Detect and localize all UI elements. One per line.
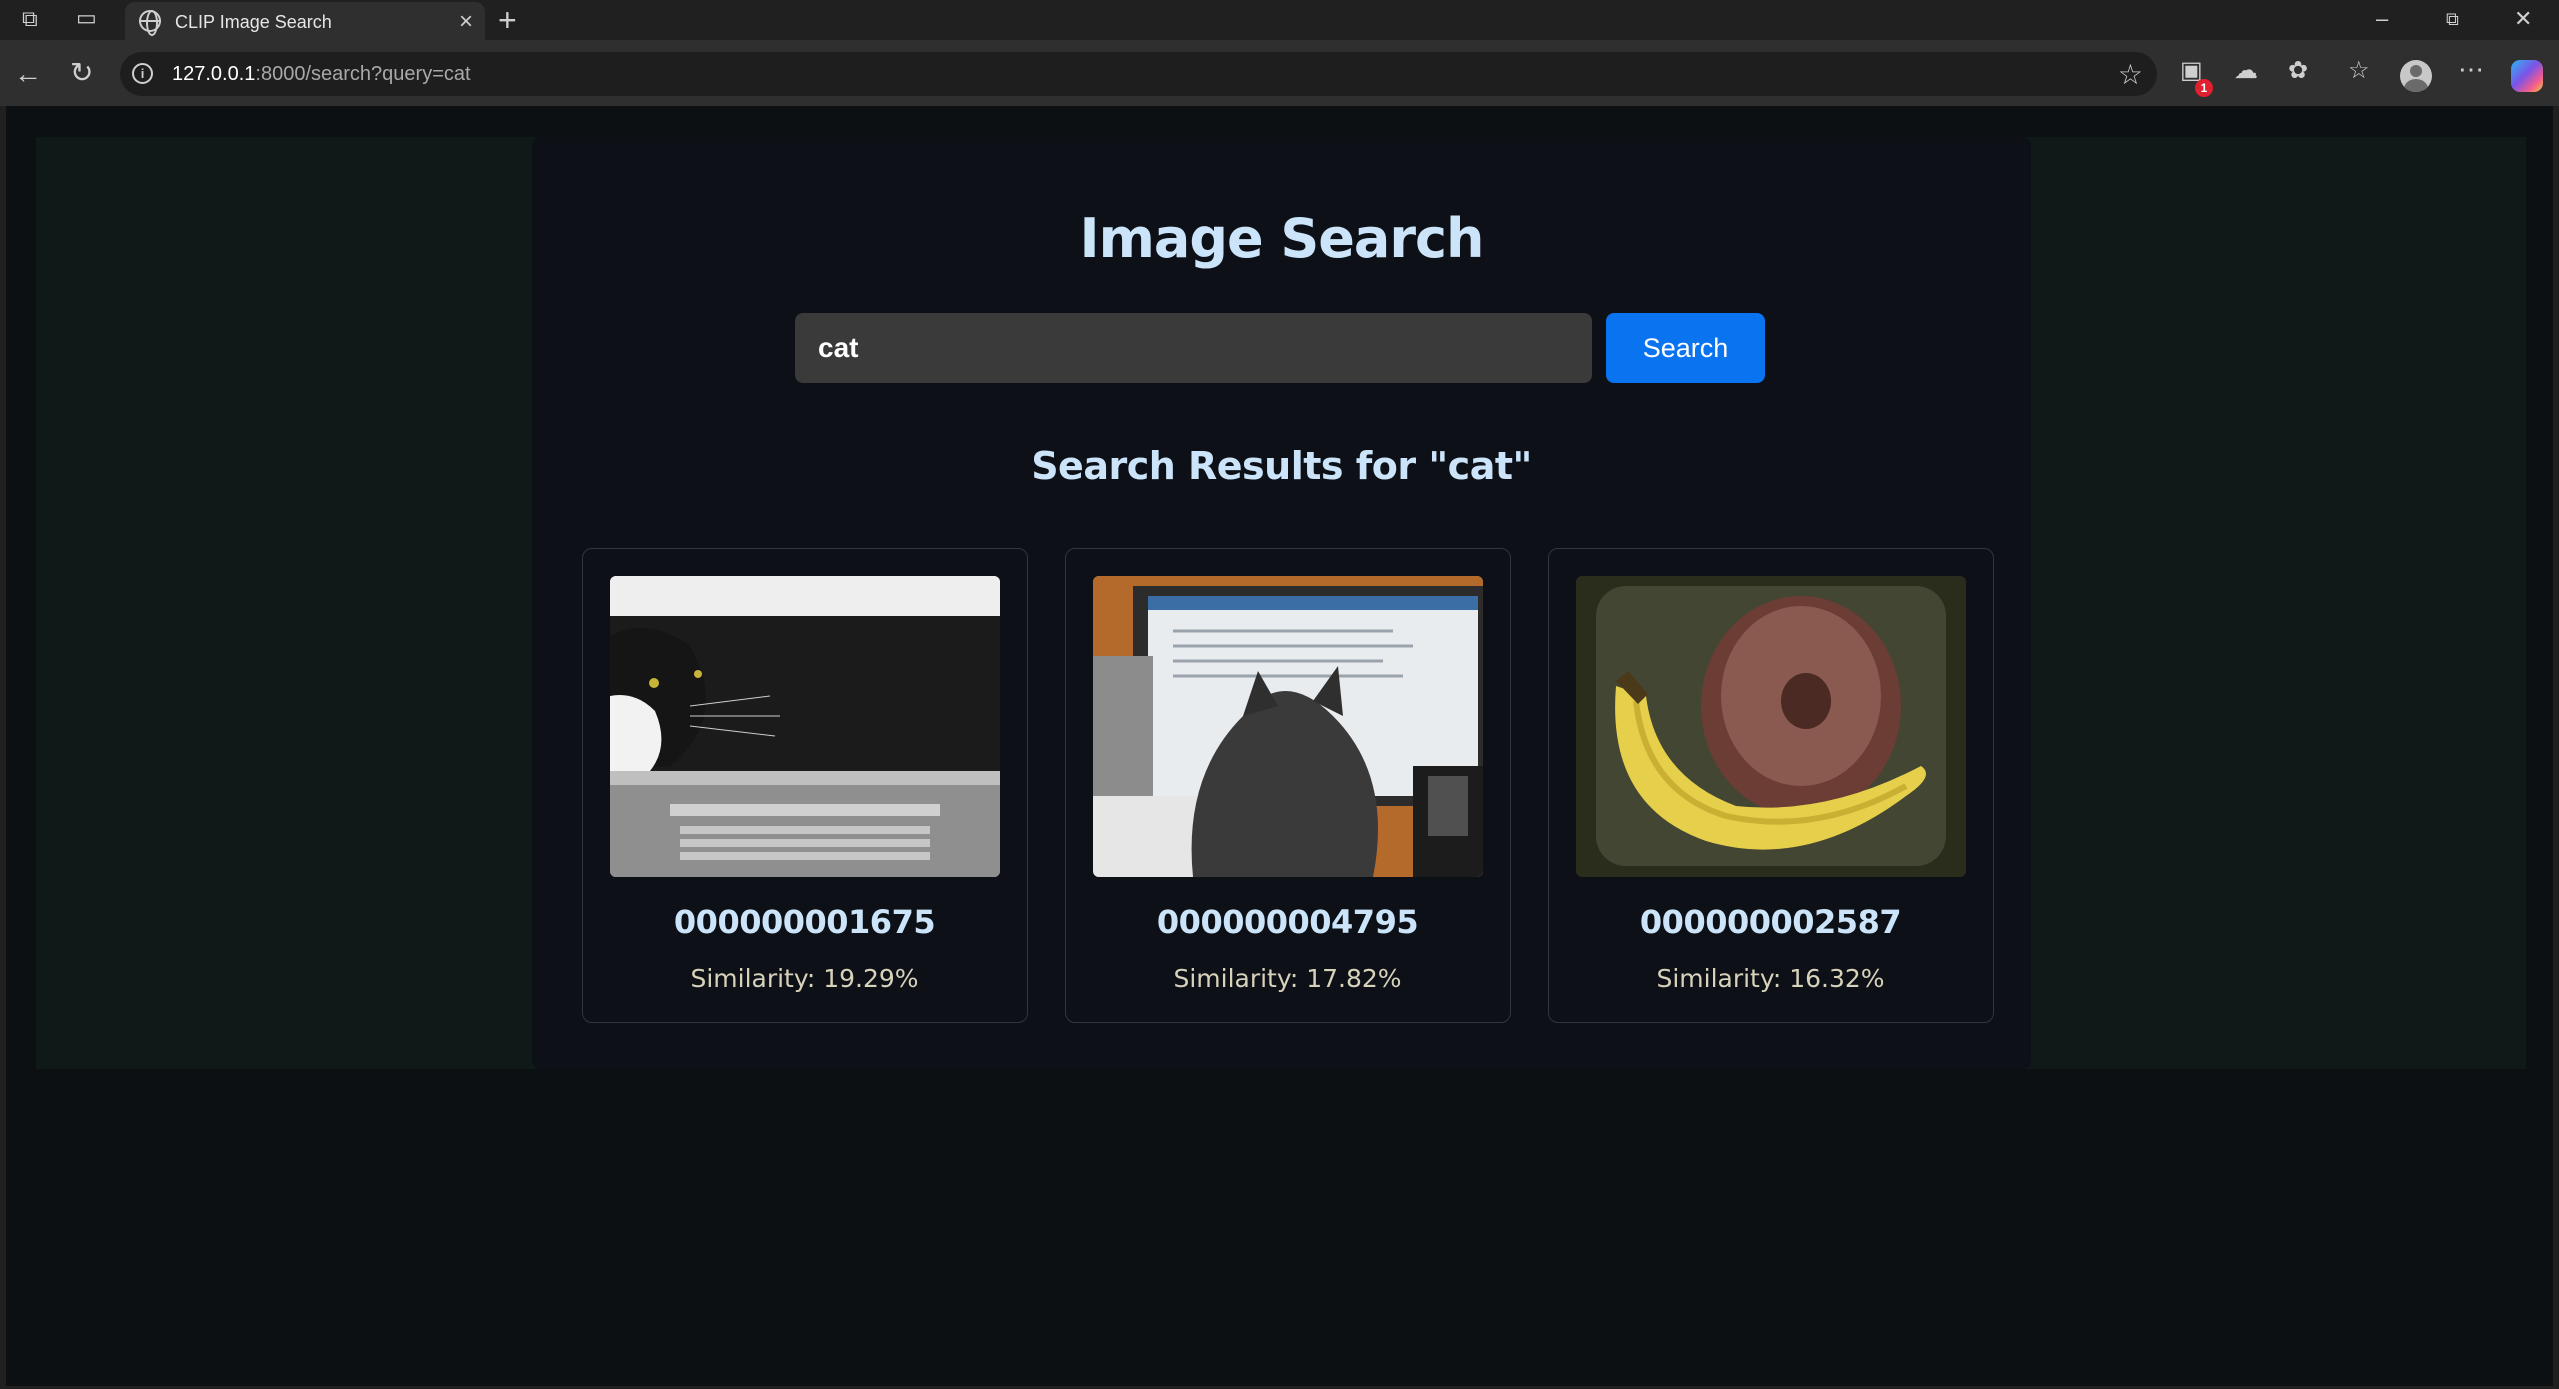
- profile-avatar[interactable]: [2400, 60, 2432, 92]
- browser-tab-active[interactable]: CLIP Image Search ×: [125, 2, 485, 40]
- vertical-tabs-icon[interactable]: ▭: [76, 7, 97, 29]
- reload-icon[interactable]: ↻: [70, 59, 93, 87]
- search-button[interactable]: Search: [1606, 313, 1765, 383]
- result-similarity: Similarity: 17.82%: [1173, 964, 1402, 993]
- workspaces-icon[interactable]: ⧉: [22, 8, 38, 30]
- globe-icon: [139, 10, 161, 36]
- tab-title: CLIP Image Search: [175, 12, 332, 32]
- minimize-icon[interactable]: –: [2376, 6, 2388, 32]
- puzzle-icon[interactable]: ✿: [2288, 56, 2308, 85]
- browser-toolbar: ← ↻ i 127.0.0.1:8000/search?query=cat ☆: [0, 40, 2559, 106]
- back-arrow-icon[interactable]: ←: [14, 60, 42, 88]
- url-text[interactable]: 127.0.0.1:8000/search?query=cat: [172, 63, 471, 86]
- result-card[interactable]: 000000004795 Similarity: 17.82%: [1065, 548, 1511, 1023]
- notification-badge: 1: [2195, 79, 2213, 97]
- copilot-icon[interactable]: [2511, 60, 2543, 92]
- favorite-star-icon[interactable]: ☆: [2118, 58, 2143, 91]
- result-id: 000000002587: [1639, 903, 1902, 941]
- browser-tab-bar: ⧉ ▭ CLIP Image Search × + – ⧉ ✕: [0, 0, 2559, 40]
- address-bar[interactable]: i 127.0.0.1:8000/search?query=cat ☆: [120, 52, 2157, 96]
- result-id: 000000004795: [1156, 903, 1419, 941]
- info-icon[interactable]: i: [132, 63, 153, 84]
- more-menu-icon[interactable]: ⋯: [2458, 54, 2484, 85]
- results-heading: Search Results for "cat": [1031, 444, 1532, 488]
- result-image[interactable]: [1576, 576, 1966, 877]
- close-icon[interactable]: ×: [459, 8, 473, 36]
- result-similarity: Similarity: 16.32%: [1656, 964, 1885, 993]
- page-title: Image Search: [1079, 207, 1485, 270]
- new-tab-icon[interactable]: +: [498, 2, 517, 39]
- cloud-icon[interactable]: ☁: [2234, 56, 2258, 85]
- restore-icon[interactable]: ⧉: [2446, 9, 2459, 30]
- result-image[interactable]: [610, 576, 1000, 877]
- favorites-icon[interactable]: ☆: [2348, 56, 2370, 85]
- page-viewport: Image Search Search Search Results for "…: [6, 106, 2553, 1386]
- result-id: 000000001675: [673, 903, 936, 941]
- result-image[interactable]: [1093, 576, 1483, 877]
- result-card[interactable]: 000000002587 Similarity: 16.32%: [1548, 548, 1994, 1023]
- search-input[interactable]: [795, 313, 1592, 383]
- window-close-icon[interactable]: ✕: [2514, 6, 2532, 32]
- result-similarity: Similarity: 19.29%: [690, 964, 919, 993]
- result-card[interactable]: 000000001675 Similarity: 19.29%: [582, 548, 1028, 1023]
- main-container: Image Search Search Search Results for "…: [532, 137, 2031, 1069]
